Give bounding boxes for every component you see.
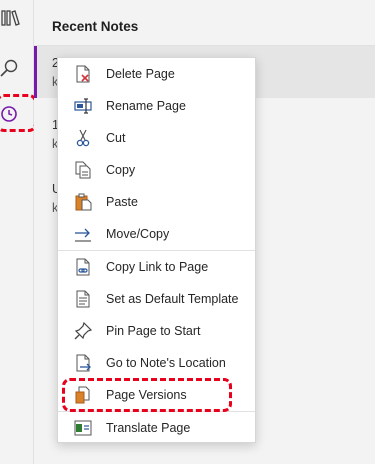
menu-item-label: Translate Page <box>106 421 191 435</box>
menu-item-pin-to-start[interactable]: Pin Page to Start <box>58 315 255 347</box>
paste-icon <box>75 193 92 211</box>
left-sidebar <box>0 0 34 464</box>
translate-icon <box>74 420 92 436</box>
menu-item-label: Cut <box>106 131 126 145</box>
delete-page-icon <box>76 65 90 83</box>
copy-link-icon <box>76 258 90 276</box>
menu-item-label: Paste <box>106 195 138 209</box>
menu-item-translate-page[interactable]: Translate Page <box>58 412 255 444</box>
menu-item-go-to-location[interactable]: Go to Note's Location <box>58 347 255 379</box>
pin-icon <box>74 322 92 340</box>
menu-item-label: Set as Default Template <box>106 292 239 306</box>
menu-item-label: Copy <box>106 163 136 177</box>
menu-item-rename-page[interactable]: Rename Page <box>58 90 255 122</box>
menu-item-move-copy[interactable]: Move/Copy <box>58 218 255 250</box>
go-to-location-icon <box>76 354 91 372</box>
menu-item-cut[interactable]: Cut <box>58 122 255 154</box>
menu-item-set-default-template[interactable]: Set as Default Template <box>58 283 255 315</box>
page-title: Recent Notes <box>52 19 139 34</box>
rename-page-icon <box>74 98 92 114</box>
template-icon <box>76 290 90 308</box>
menu-item-copy-link[interactable]: Copy Link to Page <box>58 251 255 283</box>
menu-item-paste[interactable]: Paste <box>58 186 255 218</box>
copy-icon <box>75 161 91 179</box>
menu-item-label: Copy Link to Page <box>106 260 209 274</box>
menu-item-copy[interactable]: Copy <box>58 154 255 186</box>
page-versions-highlight <box>62 378 232 412</box>
menu-item-label: Rename Page <box>106 99 186 113</box>
recent-icon-highlight <box>0 94 37 132</box>
menu-item-label: Delete Page <box>106 67 175 81</box>
menu-item-label: Move/Copy <box>106 227 170 241</box>
menu-item-label: Go to Note's Location <box>106 356 226 370</box>
menu-item-delete-page[interactable]: Delete Page <box>58 58 255 90</box>
cut-icon <box>76 129 90 147</box>
menu-item-label: Pin Page to Start <box>106 324 201 338</box>
search-icon[interactable] <box>0 52 33 84</box>
move-copy-icon <box>75 228 91 242</box>
notebooks-icon[interactable] <box>0 2 33 34</box>
